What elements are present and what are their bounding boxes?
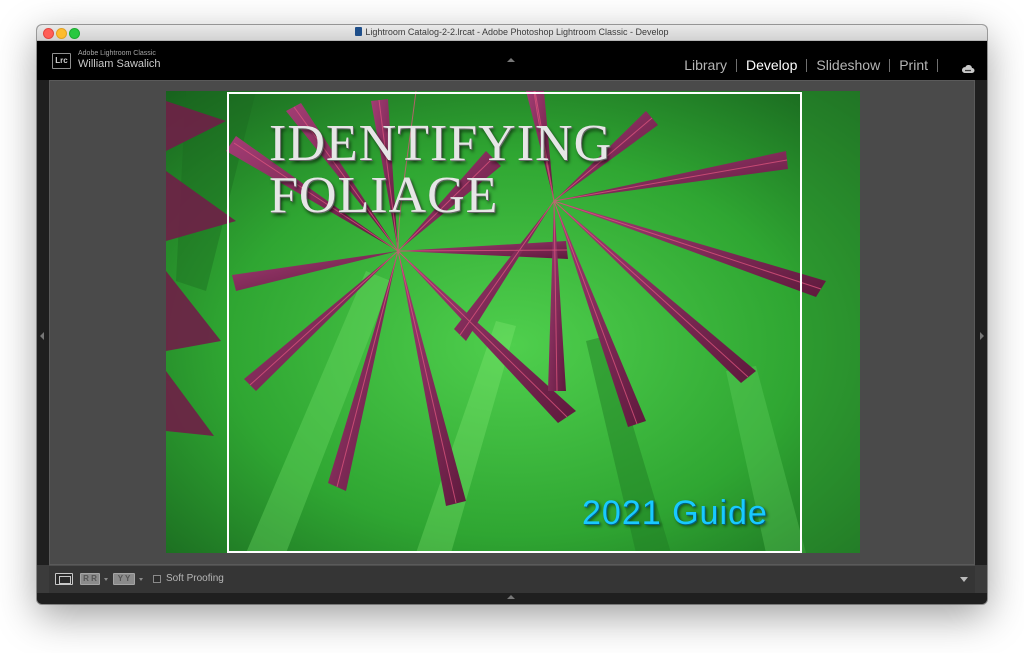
develop-workspace: IDENTIFYING FOLIAGE 2021 Guide bbox=[37, 80, 987, 565]
module-separator bbox=[736, 58, 737, 72]
module-print[interactable]: Print bbox=[899, 57, 928, 73]
top-panel-toggle-icon[interactable] bbox=[507, 58, 515, 62]
before-after-dropdown-icon[interactable] bbox=[104, 578, 108, 581]
window-title-container: Lightroom Catalog-2-2.lrcat - Adobe Phot… bbox=[37, 26, 987, 39]
photo-headline: IDENTIFYING FOLIAGE bbox=[269, 118, 612, 222]
left-panel-toggle-icon[interactable] bbox=[40, 332, 44, 340]
module-develop[interactable]: Develop bbox=[746, 57, 797, 73]
swap-label: Y Y bbox=[117, 574, 131, 583]
headline-line-2: FOLIAGE bbox=[269, 167, 499, 224]
app-name: Adobe Lightroom Classic bbox=[78, 50, 156, 57]
lightroom-window: Lightroom Catalog-2-2.lrcat - Adobe Phot… bbox=[37, 25, 987, 604]
module-slideshow[interactable]: Slideshow bbox=[816, 57, 880, 73]
document-icon bbox=[355, 27, 363, 36]
module-separator bbox=[889, 58, 891, 72]
user-name: William Sawalich bbox=[78, 58, 161, 70]
module-separator bbox=[937, 58, 938, 72]
module-library[interactable]: Library bbox=[684, 57, 727, 73]
right-panel-toggle-icon[interactable] bbox=[980, 332, 984, 340]
soft-proofing-label[interactable]: Soft Proofing bbox=[166, 573, 224, 584]
before-after-button[interactable]: R R bbox=[80, 573, 100, 585]
title-bar: Lightroom Catalog-2-2.lrcat - Adobe Phot… bbox=[37, 25, 987, 41]
before-after-label: R R bbox=[83, 574, 97, 583]
module-separator bbox=[806, 58, 808, 72]
bottom-panel-toggle-icon[interactable] bbox=[507, 595, 515, 599]
filmstrip-toggle-bar bbox=[37, 593, 987, 604]
swap-before-after-button[interactable]: Y Y bbox=[113, 573, 135, 585]
lrc-logo-icon: Lrc bbox=[52, 53, 71, 69]
window-title: Lightroom Catalog-2-2.lrcat - Adobe Phot… bbox=[365, 27, 669, 37]
photo-guide-text: 2021 Guide bbox=[582, 494, 768, 532]
soft-proofing-checkbox[interactable] bbox=[153, 575, 161, 583]
develop-toolbar: R R Y Y Soft Proofing bbox=[49, 565, 975, 594]
cloud-sync-icon[interactable] bbox=[961, 61, 975, 79]
headline-line-1: IDENTIFYING bbox=[269, 115, 613, 172]
identity-plate-header: Lrc Adobe Lightroom Classic William Sawa… bbox=[37, 41, 987, 80]
toolbar-menu-icon[interactable] bbox=[960, 577, 968, 582]
loupe-view-button[interactable] bbox=[55, 573, 73, 585]
image-canvas[interactable]: IDENTIFYING FOLIAGE 2021 Guide bbox=[49, 80, 975, 565]
module-picker: Library Develop Slideshow Print bbox=[684, 57, 947, 73]
swap-dropdown-icon[interactable] bbox=[139, 578, 143, 581]
